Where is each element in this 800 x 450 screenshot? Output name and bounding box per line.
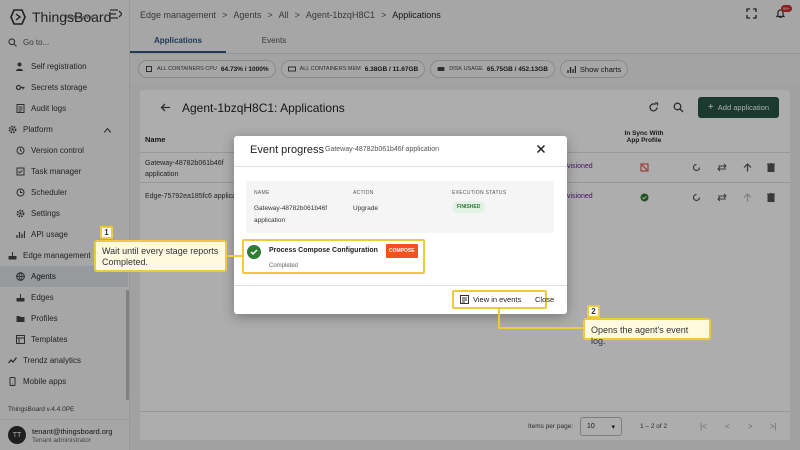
- callout-1: Wait until every stage reports Completed.: [94, 240, 227, 272]
- check-circle-icon: [247, 245, 261, 259]
- divider: [234, 166, 567, 167]
- progress-step: Process Compose Configuration COMPOSE Co…: [242, 239, 425, 274]
- close-icon[interactable]: [536, 144, 546, 154]
- event-info-card: NAME ACTION EXECUTION STATUS Gateway-487…: [246, 181, 554, 233]
- compose-tag: COMPOSE: [386, 244, 418, 258]
- callout-number-2: 2: [587, 305, 600, 318]
- divider: [234, 285, 567, 286]
- name-header: NAME: [254, 190, 270, 196]
- event-progress-dialog: Event progress Gateway-48782b061b46f app…: [234, 136, 567, 314]
- callout-connector-2: [498, 308, 500, 328]
- dialog-subtitle: Gateway-48782b061b46f application: [325, 146, 440, 153]
- callout-number-1: 1: [100, 226, 113, 239]
- step-name: Process Compose Configuration: [269, 247, 378, 254]
- view-in-events-button[interactable]: View in events: [452, 290, 547, 309]
- event-action: Upgrade: [353, 205, 378, 212]
- status-badge: FINISHED: [452, 201, 486, 213]
- callout-connector-1: [227, 255, 243, 257]
- action-header: ACTION: [353, 190, 374, 196]
- callout-connector-2: [498, 327, 583, 329]
- step-state: Completed: [269, 263, 299, 269]
- status-header: EXECUTION STATUS: [452, 190, 507, 196]
- event-name: Gateway-48782b061b46f application: [254, 205, 328, 224]
- dialog-title: Event progress: [250, 144, 324, 156]
- callout-2: Opens the agent's event log.: [583, 318, 711, 346]
- list-icon: [460, 295, 469, 304]
- close-button[interactable]: Close: [535, 295, 554, 304]
